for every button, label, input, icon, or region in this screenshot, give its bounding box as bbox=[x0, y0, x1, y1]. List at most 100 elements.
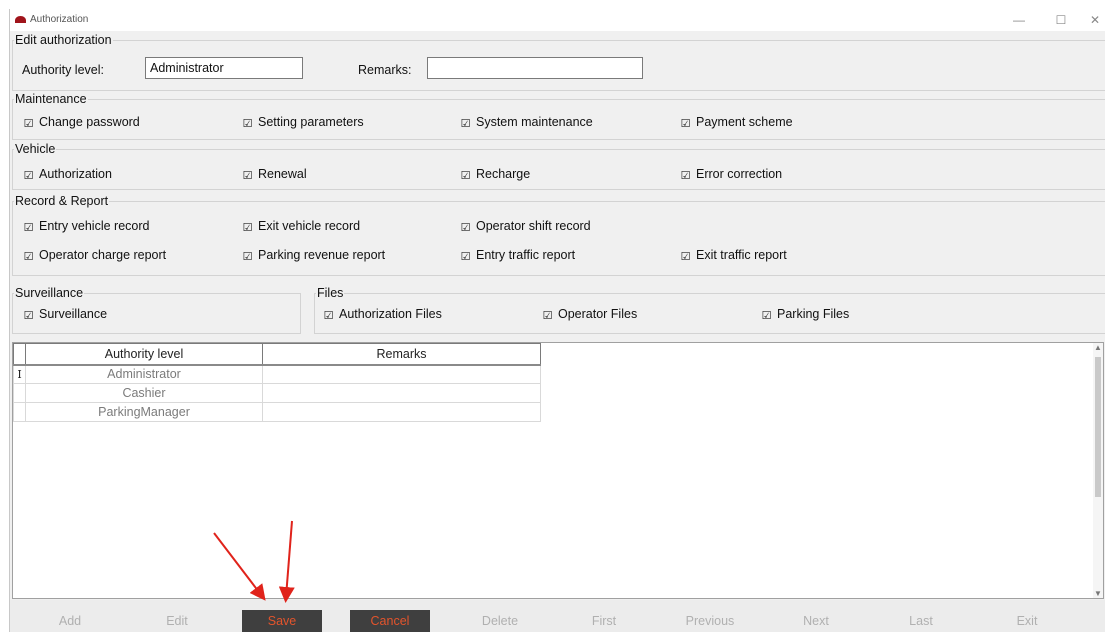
checkbox-payment-scheme[interactable]: ☑ Payment scheme bbox=[680, 115, 793, 130]
column-header-remarks[interactable]: Remarks bbox=[262, 343, 541, 366]
authority-level-label: Authority level: bbox=[22, 63, 104, 77]
checkbox-label: Payment scheme bbox=[696, 115, 793, 129]
title-bar: Authorization — ☐ ✕ bbox=[10, 9, 1105, 31]
edit-authorization-legend: Edit authorization bbox=[15, 33, 112, 47]
checkbox-icon: ☑ bbox=[680, 251, 691, 263]
vehicle-group: Vehicle bbox=[12, 142, 1105, 190]
checkbox-icon: ☑ bbox=[242, 118, 253, 130]
save-button[interactable]: Save bbox=[242, 610, 322, 632]
checkbox-operator-charge-report[interactable]: ☑ Operator charge report bbox=[23, 248, 167, 263]
table-row[interactable]: Cashier bbox=[13, 383, 541, 403]
authority-level-input[interactable]: Administrator bbox=[145, 57, 303, 79]
cell-remarks[interactable] bbox=[262, 402, 541, 422]
edit-button[interactable]: Edit bbox=[145, 610, 209, 632]
row-indicator-header bbox=[13, 343, 26, 366]
checkbox-operator-shift-record[interactable]: ☑ Operator shift record bbox=[460, 219, 591, 234]
backdrop bbox=[0, 0, 1105, 8]
maximize-button[interactable]: ☐ bbox=[1050, 11, 1072, 29]
cell-authority-level[interactable]: Administrator bbox=[25, 364, 263, 384]
authority-grid[interactable]: Authority level Remarks I Administrator … bbox=[12, 342, 1104, 599]
checkbox-icon: ☑ bbox=[680, 118, 691, 130]
checkbox-icon: ☑ bbox=[542, 310, 553, 322]
checkbox-icon: ☑ bbox=[23, 222, 34, 234]
checkbox-system-maintenance[interactable]: ☑ System maintenance bbox=[460, 115, 593, 130]
maintenance-legend: Maintenance bbox=[15, 92, 87, 106]
checkbox-icon: ☑ bbox=[761, 310, 772, 322]
surveillance-legend: Surveillance bbox=[15, 286, 84, 300]
window-title: Authorization bbox=[30, 14, 89, 25]
checkbox-icon: ☑ bbox=[460, 251, 471, 263]
checkbox-icon: ☑ bbox=[242, 222, 253, 234]
checkbox-icon: ☑ bbox=[242, 170, 253, 182]
checkbox-surveillance[interactable]: ☑ Surveillance bbox=[23, 307, 108, 322]
checkbox-label: Setting parameters bbox=[258, 115, 364, 129]
checkbox-label: Change password bbox=[39, 115, 140, 129]
cancel-button[interactable]: Cancel bbox=[350, 610, 430, 632]
row-indicator bbox=[13, 402, 26, 422]
checkbox-renewal[interactable]: ☑ Renewal bbox=[242, 167, 307, 182]
checkbox-label: Error correction bbox=[696, 167, 783, 181]
checkbox-authorization[interactable]: ☑ Authorization bbox=[23, 167, 112, 182]
checkbox-recharge[interactable]: ☑ Recharge bbox=[460, 167, 531, 182]
checkbox-icon: ☑ bbox=[23, 251, 34, 263]
checkbox-entry-vehicle-record[interactable]: ☑ Entry vehicle record bbox=[23, 219, 150, 234]
checkbox-icon: ☑ bbox=[460, 170, 471, 182]
checkbox-label: Authorization bbox=[39, 167, 112, 181]
cell-authority-level[interactable]: Cashier bbox=[25, 383, 263, 403]
checkbox-operator-files[interactable]: ☑ Operator Files bbox=[542, 307, 638, 322]
checkbox-icon: ☑ bbox=[23, 310, 34, 322]
bottom-toolbar: Add Edit Save Cancel Delete First Previo… bbox=[10, 600, 1105, 632]
cell-remarks[interactable] bbox=[262, 383, 541, 403]
checkbox-label: Parking revenue report bbox=[258, 248, 386, 262]
checkbox-change-password[interactable]: ☑ Change password bbox=[23, 115, 140, 130]
checkbox-entry-traffic-report[interactable]: ☑ Entry traffic report bbox=[460, 248, 576, 263]
last-button[interactable]: Last bbox=[885, 610, 957, 632]
minimize-button[interactable]: — bbox=[1008, 11, 1030, 29]
record-report-group: Record & Report bbox=[12, 194, 1105, 276]
remarks-input[interactable] bbox=[427, 57, 643, 79]
checkbox-parking-revenue-report[interactable]: ☑ Parking revenue report bbox=[242, 248, 386, 263]
previous-button[interactable]: Previous bbox=[670, 610, 750, 632]
checkbox-label: Operator shift record bbox=[476, 219, 591, 233]
checkbox-icon: ☑ bbox=[242, 251, 253, 263]
checkbox-label: Authorization Files bbox=[339, 307, 442, 321]
checkbox-exit-vehicle-record[interactable]: ☑ Exit vehicle record bbox=[242, 219, 361, 234]
delete-button[interactable]: Delete bbox=[460, 610, 540, 632]
scrollbar-thumb[interactable] bbox=[1095, 357, 1101, 497]
car-app-icon bbox=[15, 16, 26, 23]
cell-remarks[interactable] bbox=[262, 364, 541, 384]
next-button[interactable]: Next bbox=[780, 610, 852, 632]
checkbox-error-correction[interactable]: ☑ Error correction bbox=[680, 167, 783, 182]
checkbox-exit-traffic-report[interactable]: ☑ Exit traffic report bbox=[680, 248, 787, 263]
scroll-up-icon[interactable]: ▲ bbox=[1093, 343, 1103, 352]
vertical-scrollbar[interactable]: ▲ ▼ bbox=[1093, 343, 1103, 598]
checkbox-label: Entry traffic report bbox=[476, 248, 576, 262]
checkbox-label: Entry vehicle record bbox=[39, 219, 150, 233]
table-row[interactable]: ParkingManager bbox=[13, 402, 541, 422]
remarks-label: Remarks: bbox=[358, 63, 412, 77]
scroll-down-icon[interactable]: ▼ bbox=[1093, 589, 1103, 598]
checkbox-label: Operator Files bbox=[558, 307, 638, 321]
checkbox-icon: ☑ bbox=[23, 170, 34, 182]
close-button[interactable]: ✕ bbox=[1084, 11, 1105, 29]
first-button[interactable]: First bbox=[566, 610, 642, 632]
checkbox-label: Operator charge report bbox=[39, 248, 167, 262]
authority-table: Authority level Remarks I Administrator … bbox=[13, 343, 541, 422]
add-button[interactable]: Add bbox=[38, 610, 102, 632]
checkbox-label: Exit vehicle record bbox=[258, 219, 361, 233]
checkbox-parking-files[interactable]: ☑ Parking Files bbox=[761, 307, 850, 322]
checkbox-label: Exit traffic report bbox=[696, 248, 787, 262]
checkbox-icon: ☑ bbox=[680, 170, 691, 182]
current-row-indicator: I bbox=[13, 364, 26, 384]
table-row[interactable]: I Administrator bbox=[13, 364, 541, 384]
checkbox-authorization-files[interactable]: ☑ Authorization Files bbox=[323, 307, 442, 322]
exit-button[interactable]: Exit bbox=[995, 610, 1059, 632]
checkbox-icon: ☑ bbox=[460, 222, 471, 234]
cursor-marker-icon: I bbox=[17, 368, 22, 382]
checkbox-label: Renewal bbox=[258, 167, 307, 181]
authorization-window: Authorization — ☐ ✕ Edit authorization A… bbox=[9, 9, 1105, 632]
cell-authority-level[interactable]: ParkingManager bbox=[25, 402, 263, 422]
column-header-authority-level[interactable]: Authority level bbox=[25, 343, 263, 366]
checkbox-label: Surveillance bbox=[39, 307, 108, 321]
checkbox-setting-parameters[interactable]: ☑ Setting parameters bbox=[242, 115, 364, 130]
